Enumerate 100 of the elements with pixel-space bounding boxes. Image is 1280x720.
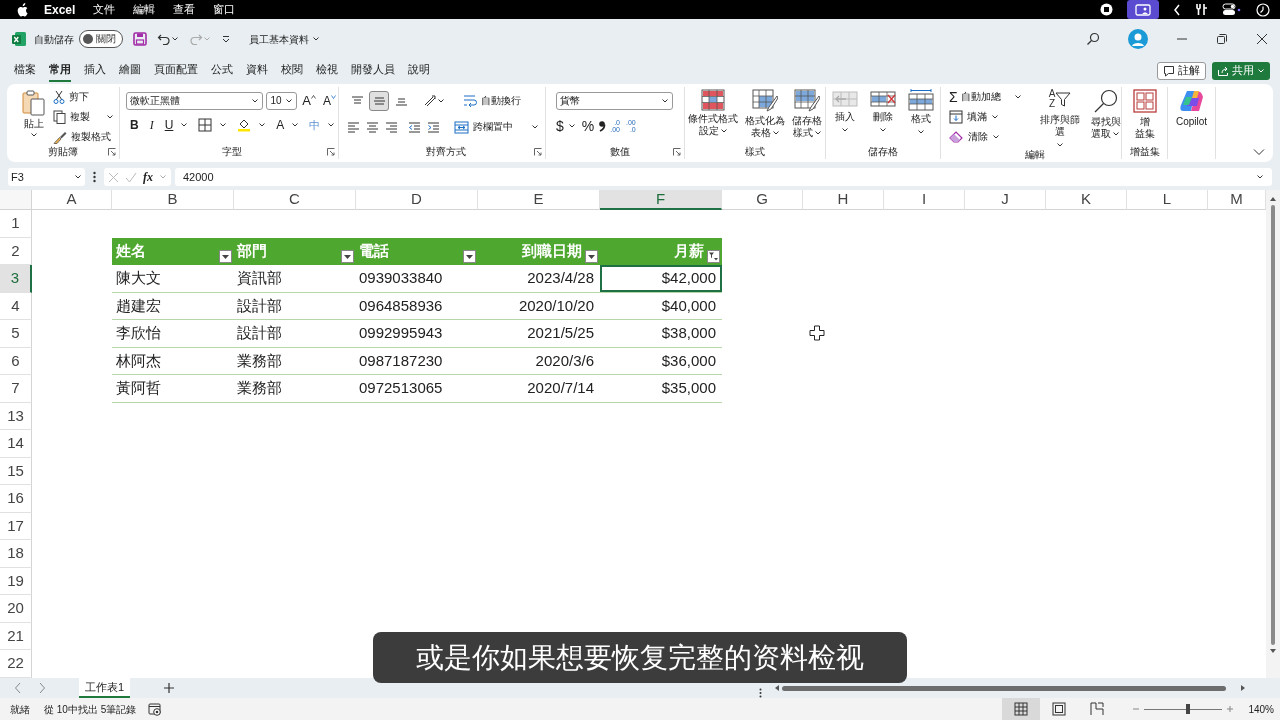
row-header[interactable]: 22 bbox=[0, 650, 32, 678]
row-header[interactable]: 21 bbox=[0, 622, 32, 650]
decrease-indent-icon[interactable] bbox=[408, 121, 421, 133]
filter-dropdown-button[interactable] bbox=[219, 250, 232, 263]
fill-button[interactable]: 填滿 bbox=[949, 108, 1030, 125]
underline-button[interactable]: U bbox=[164, 119, 174, 131]
close-icon[interactable] bbox=[1256, 33, 1268, 45]
customize-toolbar-icon[interactable] bbox=[221, 34, 231, 44]
vertical-scrollbar[interactable] bbox=[1266, 190, 1280, 678]
file-name-button[interactable]: 員工基本資料 bbox=[249, 31, 320, 47]
tools-icon[interactable] bbox=[1195, 3, 1208, 16]
column-header[interactable]: I bbox=[884, 190, 965, 210]
accessibility-icon[interactable] bbox=[148, 702, 163, 716]
ribbon-tab[interactable]: 校閱 bbox=[281, 59, 303, 82]
align-middle-button[interactable] bbox=[369, 91, 389, 111]
menu-item[interactable]: 文件 bbox=[93, 1, 116, 18]
row-header[interactable]: 14 bbox=[0, 430, 32, 458]
row-header[interactable]: 17 bbox=[0, 512, 32, 540]
wrap-text-button[interactable]: 自動換行 bbox=[463, 94, 521, 108]
filter-dropdown-button[interactable] bbox=[585, 250, 598, 263]
column-header[interactable]: K bbox=[1046, 190, 1127, 210]
chevron-right-icon[interactable] bbox=[39, 682, 46, 694]
sheet-tab[interactable]: 工作表1 bbox=[79, 678, 131, 698]
ribbon-tab[interactable]: 開發人員 bbox=[351, 59, 395, 82]
menu-item[interactable]: 編輯 bbox=[133, 1, 156, 18]
font-name-dropdown[interactable]: 微軟正黑體 bbox=[126, 92, 264, 110]
row-header[interactable]: 20 bbox=[0, 595, 32, 623]
zoom-slider-thumb[interactable] bbox=[1186, 704, 1191, 714]
column-header[interactable]: J bbox=[965, 190, 1046, 210]
filter-dropdown-button[interactable] bbox=[463, 250, 476, 263]
row-header[interactable]: 3 bbox=[0, 265, 32, 293]
row-header[interactable]: 13 bbox=[0, 402, 32, 430]
search-icon[interactable] bbox=[1086, 32, 1100, 46]
filter-applied-button[interactable] bbox=[707, 250, 720, 263]
control-center-icon[interactable] bbox=[1222, 3, 1242, 16]
share-button[interactable]: 共用 bbox=[1212, 61, 1270, 80]
dialog-launcher-icon[interactable] bbox=[673, 148, 681, 156]
column-header[interactable]: E bbox=[478, 190, 600, 210]
align-left-icon[interactable] bbox=[347, 121, 360, 133]
screen-share-button[interactable] bbox=[1127, 0, 1159, 19]
borders-icon[interactable] bbox=[198, 118, 213, 132]
clock-icon[interactable] bbox=[1256, 2, 1270, 17]
ribbon-tab[interactable]: 繪圖 bbox=[119, 59, 141, 82]
column-header[interactable]: L bbox=[1127, 190, 1208, 210]
collapse-ribbon-icon[interactable] bbox=[1253, 148, 1265, 156]
dialog-launcher-icon[interactable] bbox=[108, 148, 116, 156]
column-header[interactable]: M bbox=[1208, 190, 1266, 210]
ribbon-tab[interactable]: 檔案 bbox=[14, 59, 36, 82]
insert-function-button[interactable]: fx bbox=[143, 168, 153, 186]
row-header[interactable]: 7 bbox=[0, 375, 32, 403]
record-icon[interactable] bbox=[1100, 3, 1113, 16]
cell-styles-button[interactable]: 儲存格 樣式 bbox=[790, 89, 824, 145]
insert-cells-button[interactable]: 插入 bbox=[830, 89, 860, 145]
add-sheet-icon[interactable] bbox=[163, 682, 176, 694]
number-format-dropdown[interactable]: 貨幣 bbox=[556, 92, 673, 110]
column-header[interactable]: G bbox=[722, 190, 803, 210]
app-name[interactable]: Excel bbox=[44, 0, 76, 19]
fill-color-icon[interactable] bbox=[237, 118, 252, 132]
ribbon-tab[interactable]: 資料 bbox=[246, 59, 268, 82]
autosave-toggle[interactable]: 關閉 bbox=[79, 30, 123, 48]
row-header[interactable]: 15 bbox=[0, 457, 32, 485]
row-header[interactable]: 1 bbox=[0, 210, 32, 238]
column-header[interactable]: F bbox=[600, 190, 722, 210]
ribbon-tab[interactable]: 公式 bbox=[211, 59, 233, 82]
column-header[interactable]: A bbox=[32, 190, 112, 210]
clear-button[interactable]: 清除 bbox=[949, 128, 1030, 145]
conditional-formatting-button[interactable]: 條件式格式 設定 bbox=[686, 89, 740, 145]
dialog-launcher-icon[interactable] bbox=[534, 148, 542, 156]
comma-style-icon[interactable] bbox=[598, 119, 607, 133]
copy-button[interactable]: 複製 bbox=[53, 108, 114, 125]
save-icon[interactable] bbox=[133, 32, 147, 46]
zoom-level-text[interactable]: 140% bbox=[1248, 701, 1274, 717]
format-cells-button[interactable]: 格式 bbox=[906, 89, 936, 145]
ribbon-tab[interactable]: 頁面配置 bbox=[154, 59, 198, 82]
ribbon-tab[interactable]: 說明 bbox=[408, 59, 430, 82]
column-header[interactable]: H bbox=[803, 190, 884, 210]
column-header[interactable]: C bbox=[234, 190, 356, 210]
comments-button[interactable]: 註解 bbox=[1157, 61, 1206, 80]
phonetic-button[interactable]: 中 bbox=[309, 119, 321, 131]
add-ins-button[interactable]: 增 益集 bbox=[1122, 87, 1167, 145]
row-header[interactable]: 6 bbox=[0, 347, 32, 375]
name-box[interactable]: F3 bbox=[8, 168, 85, 186]
undo-icon[interactable] bbox=[157, 32, 171, 46]
scroll-right-icon[interactable] bbox=[1240, 684, 1247, 692]
percent-button[interactable]: % bbox=[581, 120, 595, 132]
font-size-dropdown[interactable]: 10 bbox=[266, 92, 298, 110]
format-painter-button[interactable]: 複製格式 bbox=[53, 128, 114, 145]
filter-dropdown-button[interactable] bbox=[341, 250, 354, 263]
row-header[interactable]: 5 bbox=[0, 320, 32, 348]
ribbon-tab[interactable]: 檢視 bbox=[316, 59, 338, 82]
formula-field[interactable]: 42000 bbox=[175, 168, 1272, 186]
italic-button[interactable]: I bbox=[149, 119, 154, 131]
menu-item[interactable]: 查看 bbox=[173, 1, 196, 18]
row-header[interactable]: 18 bbox=[0, 540, 32, 568]
text-orientation-icon[interactable] bbox=[423, 94, 437, 108]
column-header[interactable]: D bbox=[356, 190, 478, 210]
menu-item[interactable]: 窗口 bbox=[213, 1, 236, 18]
avatar-icon[interactable] bbox=[1128, 29, 1148, 49]
align-center-icon[interactable] bbox=[366, 121, 379, 133]
shrink-font-button[interactable]: A bbox=[321, 95, 338, 107]
